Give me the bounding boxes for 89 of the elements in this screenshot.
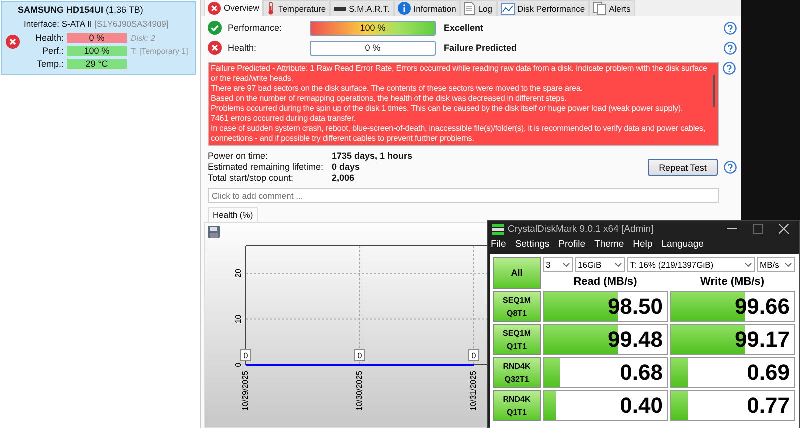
interface-value: S-ATA II [62, 19, 92, 29]
verdict-text: Failure Predicted [444, 43, 518, 53]
help-icon[interactable] [724, 42, 737, 54]
tab[interactable]: S.M.A.R.T. [330, 0, 394, 16]
message-text: In case of sudden system crash, reboot, blue-screen-of-death, inaccessible file(s)/folder(s), it is recommended to verify data and power cables, connections - and if possible try different cables to prevent further problems. [211, 124, 706, 144]
data-label: 0 [354, 350, 366, 362]
data-label: 0 [240, 350, 252, 362]
close-icon[interactable] [779, 224, 789, 234]
metric-label: Temp.: [36, 59, 64, 69]
chevron-icon [785, 262, 792, 266]
data-label: 0 [244, 352, 249, 360]
menu-item[interactable]: Language [662, 238, 704, 250]
disk-card[interactable]: SAMSUNG HD154UI (1.36 TB) Interface: S-ATA II [S1Y6J90SA34909] Health: 0 % Disk: 2 Perf.: 100 % T: [Temporary 1] Temp.: 29 °C [1, 1, 196, 75]
chart-tab[interactable]: Health (%) [208, 207, 258, 222]
message-text: Failure Predicted - Attribute: 1 Raw Read Error Rate, Errors occurred while reading raw data from a disk. Indicate problem with the disk surface or the read/write heads. [211, 64, 708, 84]
count-select[interactable]: 3 [543, 257, 573, 272]
menu-item[interactable]: Theme [594, 238, 624, 250]
message-text: Problems occurred during the spin up of the disk 1 times. This can be caused by the disk itself or huge power load (weak power supply). [211, 104, 684, 114]
x-tick-label: 10/29/2025 [241, 371, 250, 412]
serial-number: [S1Y6J90SA34909] [94, 19, 169, 29]
metric-label: Health: [34, 33, 64, 43]
test-button[interactable]: RND4K Q32T1 [493, 357, 541, 388]
stat-value: 1735 days, 1 hours [332, 151, 413, 162]
tab[interactable]: Information [394, 0, 460, 16]
all-button[interactable]: All [493, 257, 541, 289]
unit-select[interactable]: MB/s [757, 257, 795, 272]
dash-icon [334, 6, 346, 10]
metric-bar: 29 °C [67, 59, 127, 69]
x-tick-label: 10/31/2025 [469, 371, 478, 412]
data-label: 0 [472, 352, 477, 360]
menu-item[interactable]: Settings [515, 238, 550, 250]
help-icon[interactable] [724, 22, 737, 34]
stat-label: Total start/stop count: [208, 173, 295, 184]
chevron-icon [563, 262, 570, 266]
drive-select[interactable]: T: 16% (219/1397GiB) [627, 257, 755, 272]
row-label: Health: [228, 43, 258, 53]
message-text: There are 97 bad sectors on the disk surface. The contents of these sectors were moved to the spare area. [211, 84, 584, 94]
help-icon[interactable] [723, 62, 736, 75]
test-button[interactable]: RND4K Q1T1 [493, 390, 541, 421]
stat-label: Estimated remaining lifetime: [208, 162, 325, 173]
tab[interactable]: Log [460, 0, 496, 16]
tab[interactable]: Overview [204, 0, 264, 16]
write-header: Write (MB/s) [700, 276, 766, 289]
interface-label: Interface: [24, 19, 60, 29]
write-result: 0.77 [670, 390, 795, 421]
disk-capacity: (1.36 TB) [106, 5, 144, 15]
size-select[interactable]: 16GiB [575, 257, 625, 272]
metric-bar: 100 % [67, 46, 127, 56]
test-button[interactable]: SEQ1M Q8T1 [493, 291, 541, 322]
y-tick-label: 0 [234, 362, 243, 368]
help-icon[interactable] [724, 161, 737, 174]
save-icon[interactable] [208, 226, 220, 238]
maximize-icon[interactable] [753, 224, 763, 234]
window-title: CrystalDiskMark 9.0.1 x64 [Admin] [508, 224, 654, 234]
y-tick-label: 20 [234, 269, 243, 278]
tab[interactable]: Alerts [589, 0, 635, 16]
metric-label: Perf.: [41, 46, 64, 56]
data-label: 0 [358, 352, 363, 360]
message-text: Based on the number of remapping operations, the health of the disk was decreased in different steps. [211, 94, 568, 104]
tab[interactable]: Disk Performance [496, 0, 590, 16]
read-result: 0.40 [543, 390, 668, 421]
app-icon [492, 223, 504, 235]
row-label: Performance: [228, 23, 284, 33]
test-button[interactable]: SEQ1M Q1T1 [493, 324, 541, 355]
verdict-text: Excellent [444, 23, 484, 33]
comment-field[interactable]: Click to add comment ... [208, 188, 719, 203]
metric-bar: 0 % [67, 33, 127, 43]
disk-model: SAMSUNG HD154UI [18, 5, 104, 15]
repeat-test-button[interactable]: Repeat Test [648, 159, 718, 176]
read-header: Read (MB/s) [572, 276, 638, 289]
tab[interactable]: Temperature [263, 0, 330, 16]
menu-item[interactable]: Help [633, 238, 653, 250]
metric-note: T: [Temporary 1] [131, 46, 188, 56]
menu-item[interactable]: Profile [558, 238, 586, 250]
progress-bar: 100 % [310, 20, 436, 36]
stat-value: 0 days [332, 162, 362, 173]
chevron-icon [745, 262, 752, 266]
stat-label: Power on time: [208, 151, 270, 162]
read-result: 0.68 [543, 357, 668, 388]
x-tick-label: 10/30/2025 [355, 371, 364, 412]
stat-value: 2,006 [332, 173, 356, 184]
progress-bar: 0 % [310, 40, 436, 56]
y-tick-label: 10 [234, 314, 243, 324]
message-text: 7461 errors occurred during data transfer. [211, 114, 357, 124]
write-result: 0.69 [670, 357, 795, 388]
metric-note: Disk: 2 [131, 34, 156, 42]
menu-item[interactable]: File [491, 238, 506, 250]
chevron-icon [615, 262, 622, 266]
data-label: 0 [468, 350, 480, 362]
